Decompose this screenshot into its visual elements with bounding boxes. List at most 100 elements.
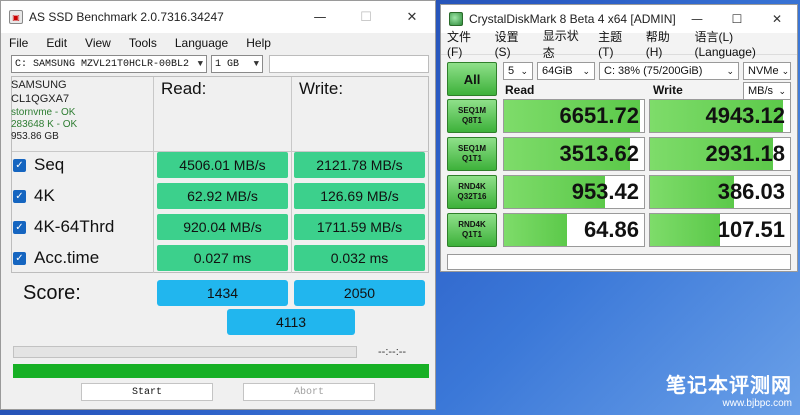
divider: [153, 77, 154, 273]
test-row-seq: ✓ Seq: [13, 151, 64, 179]
write-value: 4943.12: [705, 103, 785, 128]
acc-time-write-result: 0.032 ms: [294, 245, 425, 271]
comment-input[interactable]: [447, 254, 791, 270]
seq1m-q8t1-button[interactable]: SEQ1M Q8T1: [447, 99, 497, 133]
chevron-down-icon: ⌄: [582, 65, 590, 76]
menu-view[interactable]: View: [85, 36, 111, 50]
test-params: Q1T1: [461, 154, 482, 163]
read-value: 6651.72: [559, 103, 639, 128]
watermark: 笔记本评测网 www.bjbpc.com: [666, 369, 792, 409]
test-params: Q1T1: [461, 230, 482, 239]
drive-capacity: 953.86 GB: [11, 131, 59, 142]
menu-display[interactable]: 显示状态: [543, 27, 586, 61]
menu-language[interactable]: Language: [175, 36, 228, 50]
size-select-value: 1 GB: [215, 58, 240, 70]
seq1m-q1t1-button[interactable]: SEQ1M Q1T1: [447, 137, 497, 171]
drive-select[interactable]: C: SAMSUNG MZVL21T0HCLR-00BL2 ▼: [11, 55, 207, 73]
close-icon[interactable]: ✕: [389, 1, 435, 33]
alignment-status: 283648 K - OK: [11, 119, 78, 130]
disk-icon: [449, 12, 463, 26]
mode-select-value: NVMe: [748, 65, 779, 77]
seq1m-q8t1-write: 4943.12: [649, 99, 791, 133]
seq1m-q8t1-read: 6651.72: [503, 99, 645, 133]
test-name: SEQ1M: [457, 106, 486, 115]
divider: [291, 77, 292, 273]
mode-select[interactable]: NVMe ⌄: [743, 62, 791, 80]
rnd4k-q32t16-read: 953.42: [503, 175, 645, 209]
4k-read-result: 62.92 MB/s: [157, 183, 288, 209]
size-select[interactable]: 1 GB ▼: [211, 55, 263, 73]
count-select-value: 5: [508, 65, 515, 77]
menu-tools[interactable]: Tools: [129, 36, 157, 50]
watermark-main: 笔记本评测网: [666, 373, 792, 397]
test-params: Q32T16: [457, 192, 487, 201]
seq-read-result: 4506.01 MB/s: [157, 152, 288, 178]
read-bar: [504, 214, 567, 246]
seq-write-result: 2121.78 MB/s: [294, 152, 425, 178]
4k-64thrd-write-result: 1711.59 MB/s: [294, 214, 425, 240]
rnd4k-q32t16-write: 386.03: [649, 175, 791, 209]
write-score: 2050: [294, 280, 425, 306]
menu-language[interactable]: 语言(L)(Language): [695, 28, 785, 59]
acc-time-checkbox[interactable]: ✓: [13, 251, 26, 265]
menu-file[interactable]: File: [9, 36, 28, 50]
read-header: Read:: [161, 79, 207, 98]
progress-bar-overall: [13, 364, 429, 378]
chevron-down-icon: ▼: [197, 59, 203, 69]
test-params: Q8T1: [461, 116, 482, 125]
asssd-window: ▣ AS SSD Benchmark 2.0.7316.34247 — ☐ ✕ …: [0, 0, 436, 410]
menu-edit[interactable]: Edit: [46, 36, 67, 50]
unit-select[interactable]: MB/s ⌄: [743, 82, 791, 100]
test-row-4k-64thrd: ✓ 4K-64Thrd: [13, 213, 114, 241]
4k-checkbox[interactable]: ✓: [13, 189, 26, 203]
test-label: 4K: [34, 186, 55, 205]
count-select[interactable]: 5 ⌄: [503, 62, 533, 80]
write-header: Write: [653, 83, 683, 97]
write-value: 107.51: [717, 217, 785, 242]
test-row-4k: ✓ 4K: [13, 182, 55, 210]
4k-64thrd-checkbox[interactable]: ✓: [13, 220, 26, 234]
test-size-select[interactable]: 64GiB ⌄: [537, 62, 595, 80]
minimize-icon[interactable]: —: [297, 1, 343, 33]
rnd4k-q32t16-button[interactable]: RND4K Q32T16: [447, 175, 497, 209]
read-value: 3513.62: [559, 141, 639, 166]
drive-select-value: C: SAMSUNG MZVL21T0HCLR-00BL2: [15, 58, 190, 70]
chevron-down-icon: ⌄: [781, 65, 790, 76]
read-header: Read: [505, 83, 535, 97]
test-label: Acc.time: [34, 248, 100, 267]
all-button[interactable]: All: [447, 62, 497, 96]
drive-firmware: CL1QGXA7: [11, 93, 70, 105]
write-value: 2931.18: [705, 141, 785, 166]
4k-64thrd-read-result: 920.04 MB/s: [157, 214, 288, 240]
progress-bar-current: [13, 346, 357, 358]
abort-button[interactable]: Abort: [243, 383, 375, 401]
asssd-menubar: File Edit View Tools Language Help: [1, 33, 435, 53]
drive-select-value: C: 38% (75/200GiB): [604, 65, 703, 77]
rnd4k-q1t1-button[interactable]: RND4K Q1T1: [447, 213, 497, 247]
menu-theme[interactable]: 主题(T): [598, 28, 634, 59]
maximize-icon[interactable]: ☐: [343, 1, 389, 33]
elapsed-time: --:--:--: [378, 346, 407, 358]
rnd4k-q1t1-write: 107.51: [649, 213, 791, 247]
menu-help[interactable]: Help: [246, 36, 271, 50]
cdm-window: CrystalDiskMark 8 Beta 4 x64 [ADMIN] — ☐…: [440, 4, 798, 272]
start-button[interactable]: Start: [81, 383, 213, 401]
drive-select[interactable]: C: 38% (75/200GiB) ⌄: [599, 62, 739, 80]
write-value: 386.03: [717, 179, 785, 204]
write-header: Write:: [299, 79, 344, 98]
test-label: Seq: [34, 155, 65, 174]
asssd-window-title: AS SSD Benchmark 2.0.7316.34247: [29, 10, 224, 24]
menu-file[interactable]: 文件(F): [447, 28, 483, 59]
rnd4k-q1t1-read: 64.86: [503, 213, 645, 247]
chevron-down-icon: ⌄: [778, 85, 786, 96]
read-value: 64.86: [583, 217, 639, 242]
asssd-titlebar[interactable]: ▣ AS SSD Benchmark 2.0.7316.34247 — ☐ ✕: [1, 1, 435, 33]
test-progress-box: [269, 55, 429, 73]
seq-checkbox[interactable]: ✓: [13, 158, 26, 172]
read-score: 1434: [157, 280, 288, 306]
test-row-acc-time: ✓ Acc.time: [13, 244, 99, 272]
write-bar: [650, 214, 720, 246]
menu-help[interactable]: 帮助(H): [646, 28, 683, 59]
menu-settings[interactable]: 设置(S): [495, 28, 531, 59]
asssd-app-icon: ▣: [9, 10, 23, 24]
